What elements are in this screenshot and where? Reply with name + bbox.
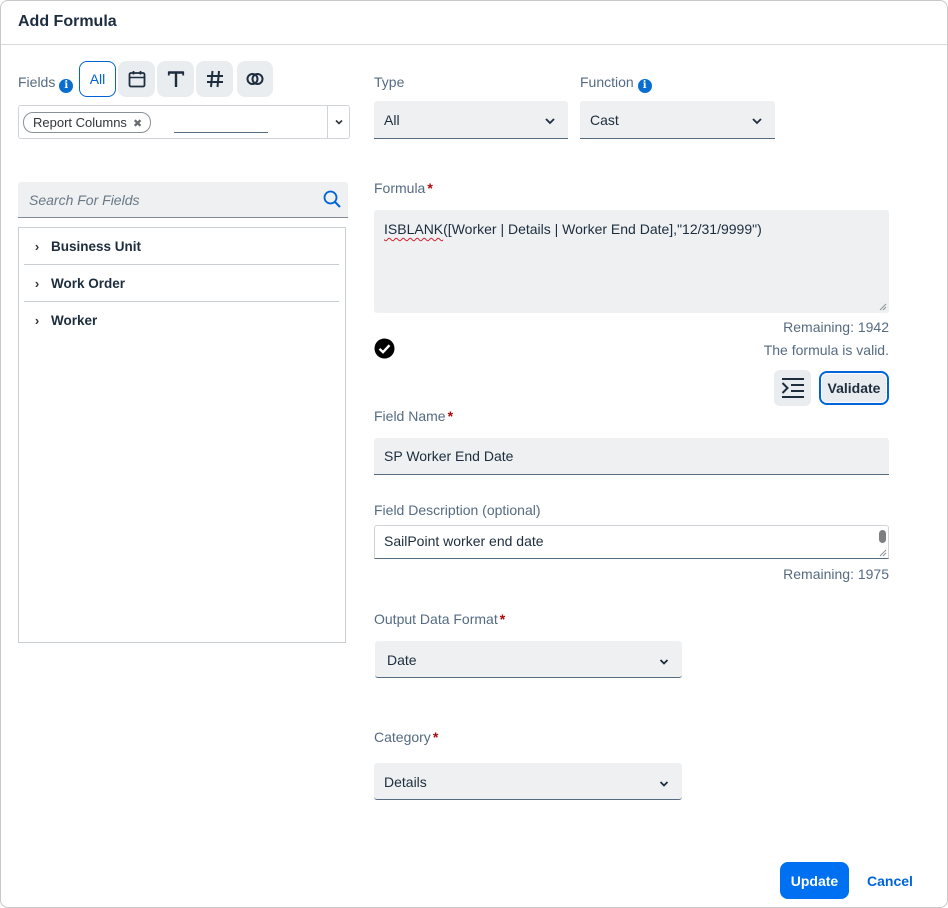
category-label-row: Category * (374, 729, 438, 745)
cancel-button[interactable]: Cancel (859, 862, 921, 899)
function-select[interactable]: Cast (580, 101, 775, 139)
field-description-label: Field Description (optional) (374, 502, 541, 518)
formula-valid-message: The formula is valid. (763, 342, 889, 358)
category-value: Details (384, 774, 427, 790)
function-info-icon[interactable]: i (637, 79, 652, 93)
combo-dropdown-button[interactable] (327, 106, 349, 138)
text-type-icon (167, 71, 184, 87)
report-columns-combobox[interactable]: Report Columns ✖ (18, 105, 350, 139)
chevron-down-icon (659, 654, 669, 672)
field-description-textarea[interactable]: SailPoint worker end date (374, 525, 889, 559)
chevron-right-icon[interactable]: › (30, 276, 44, 291)
hash-icon (206, 70, 223, 88)
chevron-right-icon[interactable]: › (30, 313, 44, 328)
check-circle-icon (374, 338, 395, 359)
combo-text-input[interactable] (174, 132, 268, 133)
formula-textarea[interactable]: ISBLANK([Worker | Details | Worker End D… (374, 210, 889, 313)
field-description-value: SailPoint worker end date (384, 533, 544, 549)
field-name-label: Field Name (374, 408, 446, 424)
indent-icon (781, 378, 804, 398)
chevron-down-icon (659, 776, 669, 794)
chevron-down-icon (334, 119, 343, 125)
dialog-header: Add Formula (1, 1, 947, 45)
type-select-value: All (384, 112, 400, 128)
chevron-right-icon[interactable]: › (30, 239, 44, 254)
fields-label: Fields (18, 74, 56, 90)
fields-info-icon[interactable]: i (59, 79, 74, 93)
tree-item-worker[interactable]: › Worker (24, 302, 339, 339)
filter-text-button[interactable] (157, 61, 194, 97)
add-formula-dialog: Add Formula Fields i All Report Columns … (0, 0, 948, 908)
fields-label-row: Fields i (18, 74, 74, 93)
output-format-value: Date (387, 652, 417, 668)
category-label: Category (374, 729, 431, 745)
type-select[interactable]: All (374, 101, 568, 139)
type-label: Type (374, 74, 405, 90)
filter-all-button[interactable]: All (79, 61, 116, 97)
token-remove-icon[interactable]: ✖ (133, 118, 142, 130)
function-select-value: Cast (590, 112, 619, 128)
required-marker: * (427, 180, 433, 196)
report-columns-token[interactable]: Report Columns ✖ (23, 112, 152, 133)
formula-remaining: Remaining: 1942 (783, 319, 889, 335)
validate-button[interactable]: Validate (819, 371, 889, 405)
tree-item-label: Work Order (51, 275, 126, 291)
filter-all-label: All (89, 71, 106, 87)
tree-item-work-order[interactable]: › Work Order (24, 265, 339, 302)
output-format-label-row: Output Data Format * (374, 611, 505, 627)
calendar-icon (128, 71, 145, 88)
tree-item-label: Business Unit (51, 238, 142, 254)
search-icon[interactable] (322, 189, 342, 214)
function-label-row: Function i (580, 74, 652, 93)
chevron-down-icon (544, 114, 556, 132)
filter-number-button[interactable] (196, 61, 233, 97)
boolean-icon (246, 73, 264, 85)
tree-item-business-unit[interactable]: › Business Unit (24, 228, 339, 265)
field-name-value: SP Worker End Date (384, 448, 514, 464)
filter-date-button[interactable] (118, 61, 155, 97)
field-name-input[interactable]: SP Worker End Date (374, 438, 889, 475)
field-name-label-row: Field Name * (374, 408, 453, 424)
formula-label: Formula (374, 180, 426, 196)
fields-tree: › Business Unit › Work Order › Worker (18, 227, 346, 643)
formula-text-args: ([Worker | Details | Worker End Date],"1… (443, 221, 762, 237)
category-select[interactable]: Details (374, 763, 682, 800)
tree-item-label: Worker (51, 313, 98, 328)
required-marker: * (447, 408, 454, 424)
search-placeholder: Search For Fields (29, 192, 140, 208)
dialog-title: Add Formula (18, 13, 117, 30)
required-marker: * (499, 611, 506, 627)
token-label: Report Columns (33, 115, 127, 130)
filter-boolean-button[interactable] (237, 61, 273, 97)
chevron-down-icon (751, 114, 763, 132)
field-search-input[interactable]: Search For Fields (18, 182, 348, 218)
resize-handle-icon[interactable] (879, 549, 887, 557)
required-marker: * (432, 729, 439, 745)
output-format-select[interactable]: Date (375, 641, 682, 678)
scrollbar-thumb[interactable] (879, 530, 886, 543)
description-remaining: Remaining: 1975 (783, 566, 889, 582)
resize-handle-icon[interactable] (879, 303, 887, 311)
update-button[interactable]: Update (780, 862, 849, 899)
formula-label-row: Formula * (374, 180, 433, 196)
formula-text-function: ISBLANK (384, 221, 444, 237)
output-format-label: Output Data Format (374, 611, 498, 627)
function-label: Function (580, 74, 634, 90)
formula-text: ISBLANK([Worker | Details | Worker End D… (384, 221, 762, 237)
format-indent-button[interactable] (774, 370, 811, 406)
